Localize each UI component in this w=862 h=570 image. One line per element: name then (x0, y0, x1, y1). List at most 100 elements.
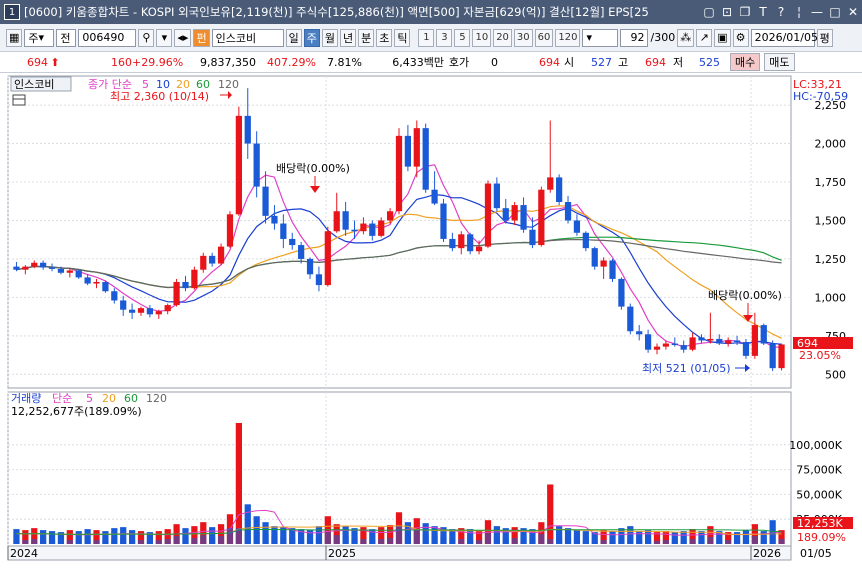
table-icon[interactable] (12, 94, 26, 106)
name-tag-badge[interactable]: 펀 (193, 28, 210, 47)
period-tab-week[interactable]: 주 (303, 28, 320, 47)
link-icon[interactable]: ⊡ (718, 5, 736, 19)
candle-body[interactable] (742, 342, 750, 356)
candle-body[interactable] (57, 268, 65, 273)
candle-body[interactable] (475, 246, 483, 252)
candle-body[interactable] (360, 223, 367, 232)
period-tab-month[interactable]: 월 (321, 28, 338, 47)
sell-button[interactable]: 매도 (764, 53, 795, 71)
period-tab-year[interactable]: 년 (339, 28, 357, 47)
draw-icon[interactable]: ↗ (696, 28, 713, 47)
candle-body[interactable] (689, 337, 696, 350)
candle-body[interactable] (511, 205, 518, 221)
candle-body[interactable] (378, 220, 385, 236)
candle-body[interactable] (386, 211, 394, 221)
candle-body[interactable] (146, 308, 154, 315)
volume-bar[interactable] (547, 484, 554, 544)
period-tab-second[interactable]: 초 (376, 28, 393, 47)
candle-body[interactable] (440, 203, 447, 239)
candle-body[interactable] (502, 208, 509, 221)
candle-body[interactable] (413, 128, 420, 167)
candle-body[interactable] (191, 269, 198, 289)
candle-body[interactable] (778, 344, 785, 369)
candle-body[interactable] (751, 325, 758, 356)
market-kind-select[interactable]: 전 (56, 28, 77, 47)
candle-body[interactable] (395, 135, 403, 212)
candle-body[interactable] (324, 231, 331, 286)
candle-body[interactable] (271, 215, 278, 224)
candle-body[interactable] (627, 306, 634, 332)
candle-body[interactable] (84, 277, 91, 284)
candle-body[interactable] (733, 340, 741, 342)
volume-bar[interactable] (235, 422, 242, 544)
candle-body[interactable] (120, 300, 127, 310)
candle-body[interactable] (164, 305, 171, 312)
dropdown-icon[interactable]: ▾ (156, 28, 173, 47)
candle-body[interactable] (653, 346, 661, 350)
buy-button[interactable]: 매수 (730, 53, 761, 71)
candle-body[interactable] (493, 183, 500, 209)
interval-60[interactable]: 60 (534, 28, 554, 47)
period-tab-minute[interactable]: 분 (358, 28, 375, 47)
candle-body[interactable] (769, 343, 776, 369)
candle-body[interactable] (351, 229, 358, 232)
interval-3[interactable]: 3 (436, 28, 453, 47)
candle-body[interactable] (422, 128, 429, 190)
stock-code-input[interactable]: 006490 (78, 28, 137, 47)
candle-body[interactable] (200, 255, 207, 270)
copy-icon[interactable]: ❐ (736, 5, 754, 19)
interval-20[interactable]: 20 (493, 28, 512, 47)
candle-body[interactable] (22, 266, 29, 270)
stock-chart-area[interactable]: 500 750 1,000 1,250 1,500 1,750 2,000 2,250 100,… (0, 74, 862, 567)
candle-body[interactable] (342, 211, 349, 230)
candle-body[interactable] (93, 282, 100, 284)
candle-body[interactable] (484, 183, 492, 247)
candle-body[interactable] (467, 234, 474, 252)
candle-body[interactable] (137, 308, 145, 313)
interval-30[interactable]: 30 (513, 28, 533, 47)
candle-body[interactable] (244, 115, 251, 144)
minimize-icon[interactable]: — (808, 5, 826, 19)
candle-body[interactable] (671, 343, 678, 346)
interval-120[interactable]: 120 (555, 28, 581, 47)
candle-body[interactable] (609, 260, 616, 279)
candle-body[interactable] (66, 270, 73, 273)
count-input[interactable]: 92 (620, 28, 649, 47)
candle-body[interactable] (209, 255, 216, 264)
candle-body[interactable] (315, 274, 323, 286)
candle-body[interactable] (725, 340, 732, 344)
candle-body[interactable] (573, 220, 581, 233)
candle-body[interactable] (547, 177, 554, 190)
candle-body[interactable] (173, 282, 180, 306)
date-input[interactable]: 2026/01/05 (750, 28, 818, 47)
candle-body[interactable] (564, 202, 572, 221)
candle-body[interactable] (40, 262, 47, 268)
maximize-icon[interactable]: □ (826, 5, 844, 19)
candle-body[interactable] (680, 345, 687, 350)
interval-10[interactable]: 10 (472, 28, 492, 47)
candle-body[interactable] (618, 278, 625, 307)
close-icon[interactable]: ✕ (844, 5, 862, 19)
candle-body[interactable] (404, 135, 412, 167)
candle-body[interactable] (529, 229, 536, 246)
candle-body[interactable] (600, 260, 607, 267)
candle-body[interactable] (280, 223, 287, 239)
candle-body[interactable] (538, 189, 545, 246)
candle-body[interactable] (591, 248, 598, 267)
candle-body[interactable] (582, 232, 589, 249)
candle-body[interactable] (662, 343, 670, 347)
grid-icon[interactable]: ▦ (6, 28, 23, 47)
candle-body[interactable] (698, 337, 705, 341)
disk-icon[interactable]: ▣ (714, 28, 731, 47)
interval-5[interactable]: 5 (454, 28, 471, 47)
search-icon[interactable]: ⚲ (138, 28, 155, 47)
candle-body[interactable] (262, 186, 269, 216)
candle-body[interactable] (217, 246, 225, 264)
candle-body[interactable] (449, 238, 456, 249)
candle-body[interactable] (13, 266, 20, 270)
candle-body[interactable] (644, 334, 652, 350)
candle-body[interactable] (707, 338, 714, 341)
candle-body[interactable] (102, 282, 109, 292)
candle-body[interactable] (235, 115, 242, 215)
candle-body[interactable] (298, 245, 305, 259)
